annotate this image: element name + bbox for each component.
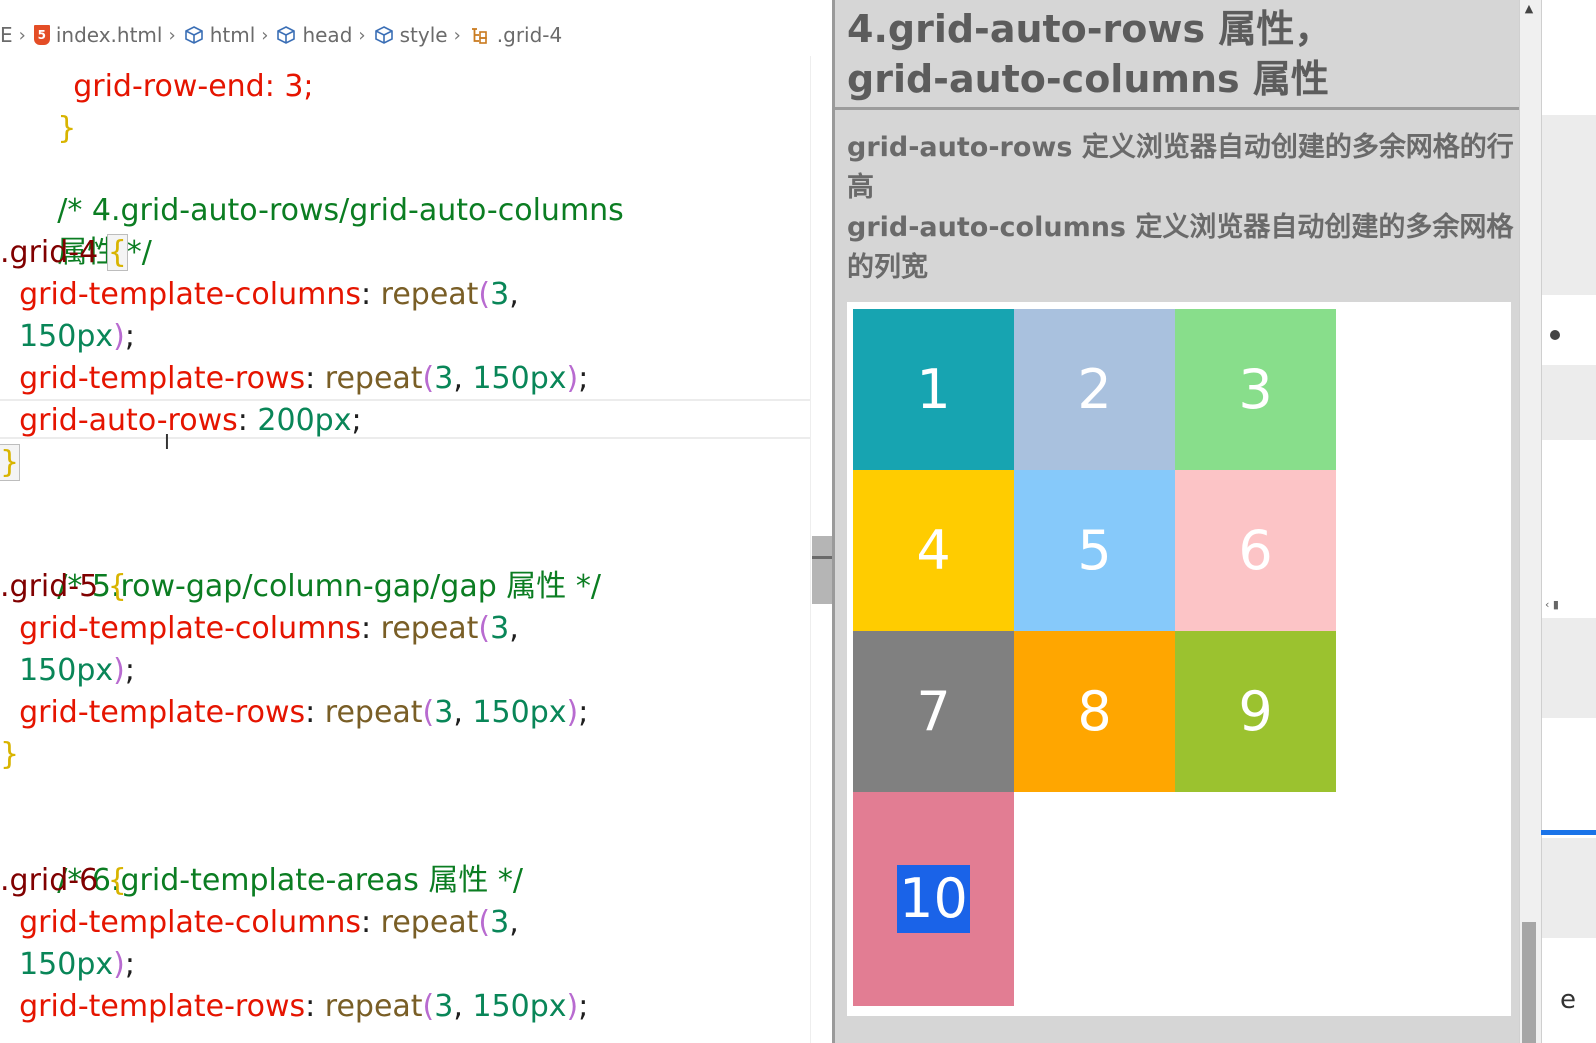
code-editor[interactable]: E › 5 index.html › html › head › style ›… bbox=[0, 0, 832, 1043]
code-line: /* 5.row-gap/column-gap/gap 属性 */ bbox=[0, 524, 601, 604]
breadcrumb-item-file[interactable]: 5 index.html › bbox=[33, 23, 184, 47]
breadcrumb-item-html[interactable]: html › bbox=[184, 23, 277, 47]
code-line: 150px); bbox=[19, 319, 135, 354]
chevron-right-icon: › bbox=[168, 24, 176, 46]
code-selector: .grid-4 bbox=[0, 235, 99, 270]
code-line: .grid-4 { bbox=[0, 232, 128, 274]
grid-cell: 6 bbox=[1175, 470, 1336, 631]
code-line: grid-template-rows: repeat(3, 150px); bbox=[19, 695, 589, 730]
code-line: /* 4.grid-auto-rows/grid-auto-columns bbox=[0, 148, 624, 228]
preview-scrollbar-thumb[interactable] bbox=[1522, 922, 1536, 1043]
i-beam-cursor-icon: I bbox=[164, 430, 170, 454]
dot-icon bbox=[1550, 330, 1560, 340]
html5-icon: 5 bbox=[33, 25, 50, 45]
code-line: } bbox=[57, 111, 77, 146]
code-line: 150px); bbox=[19, 947, 135, 982]
code-line: /* 6.grid-template-areas 属性 */ bbox=[0, 818, 523, 898]
chevron-right-icon: › bbox=[453, 24, 461, 46]
grid-cell: 1 bbox=[853, 309, 1014, 470]
breadcrumb-lead: E bbox=[0, 23, 13, 47]
browser-preview[interactable]: 4.grid-auto-rows 属性， grid-auto-columns 属… bbox=[832, 0, 1522, 1043]
breadcrumb-item-head[interactable]: head › bbox=[276, 23, 373, 47]
cube-icon bbox=[276, 25, 296, 45]
grid-cell: 4 bbox=[853, 470, 1014, 631]
editor-scrollbar-thumb[interactable] bbox=[812, 536, 832, 604]
breadcrumb-item-style[interactable]: style › bbox=[374, 23, 469, 47]
matched-bracket: } bbox=[0, 444, 21, 481]
text-selection: 10 bbox=[897, 865, 970, 933]
code-comment: /* 6.grid-template-areas 属性 */ bbox=[57, 863, 524, 898]
code-line: .grid-6 { bbox=[0, 863, 127, 898]
grid-cell: 7 bbox=[853, 631, 1014, 792]
grid-cell: 8 bbox=[1014, 631, 1175, 792]
matched-bracket: { bbox=[106, 234, 128, 271]
grid-cell: 2 bbox=[1014, 309, 1175, 470]
scroll-up-icon[interactable]: ▲ bbox=[1522, 2, 1536, 16]
heading-divider bbox=[835, 107, 1521, 110]
grid-cell: 5 bbox=[1014, 470, 1175, 631]
preview-scrollbar[interactable] bbox=[1519, 0, 1542, 1043]
code-line: grid-template-columns: repeat(3, bbox=[19, 905, 519, 940]
code-line: .grid-5 { bbox=[0, 569, 127, 604]
code-selector: .grid-6 bbox=[0, 863, 99, 898]
grid-cell-selected: 10 bbox=[853, 792, 1014, 1006]
grid-cell: 9 bbox=[1175, 631, 1336, 792]
code-line: 属性 */ bbox=[0, 190, 152, 270]
code-line: 150px); bbox=[19, 653, 135, 688]
active-indicator bbox=[1541, 830, 1596, 835]
cube-icon bbox=[184, 25, 204, 45]
breadcrumb-item-label: style bbox=[399, 23, 448, 47]
chevron-right-icon: › bbox=[358, 24, 366, 46]
chevron-right-icon: › bbox=[18, 24, 26, 46]
description-cols: grid-auto-columns 定义浏览器自动创建的多余网格的列宽 bbox=[847, 212, 1514, 283]
chevron-right-icon: › bbox=[261, 24, 269, 46]
code-selector: .grid-5 bbox=[0, 569, 99, 604]
code-line: grid-template-columns: repeat(3, bbox=[19, 611, 519, 646]
description: grid-auto-rows 定义浏览器自动创建的多余网格的行高 grid-au… bbox=[847, 128, 1517, 288]
code-line: grid-template-columns: repeat(3, bbox=[19, 277, 519, 312]
code-comment: /* 5.row-gap/column-gap/gap 属性 */ bbox=[57, 569, 601, 604]
code-line: grid-template-rows: repeat(3, 150px); bbox=[19, 989, 589, 1024]
mini-scroll-arrows-icon[interactable]: ‹ ▮ bbox=[1545, 598, 1585, 614]
code-line: grid-template-rows: repeat(3, 150px); bbox=[19, 361, 589, 396]
breadcrumb-item-selector[interactable]: .grid-4 bbox=[469, 23, 562, 47]
grid-container: 1 2 3 4 5 6 7 8 9 10 bbox=[847, 302, 1511, 1016]
cube-icon bbox=[374, 25, 394, 45]
code-line: } bbox=[0, 442, 21, 484]
selector-icon bbox=[469, 25, 491, 45]
side-panel-edge bbox=[1541, 0, 1596, 1043]
description-rows: grid-auto-rows 定义浏览器自动创建的多余网格的行高 bbox=[847, 132, 1514, 203]
editor-scrollbar-marker bbox=[812, 556, 832, 559]
breadcrumb-item-label: .grid-4 bbox=[496, 23, 563, 47]
breadcrumb-item-label: html bbox=[209, 23, 256, 47]
edge-glyph: e bbox=[1560, 985, 1576, 1015]
code-line-current: grid-auto-rows: 200px; bbox=[19, 403, 362, 438]
breadcrumb: E › 5 index.html › html › head › style ›… bbox=[0, 14, 832, 56]
grid-cell: 3 bbox=[1175, 309, 1336, 470]
code-line: } bbox=[0, 737, 20, 772]
page-title: 4.grid-auto-rows 属性， grid-auto-columns 属… bbox=[847, 7, 1333, 101]
breadcrumb-item-label: index.html bbox=[55, 23, 163, 47]
grid-4: 1 2 3 4 5 6 7 8 9 10 bbox=[853, 309, 1336, 1006]
breadcrumb-item-label: head bbox=[302, 23, 353, 47]
